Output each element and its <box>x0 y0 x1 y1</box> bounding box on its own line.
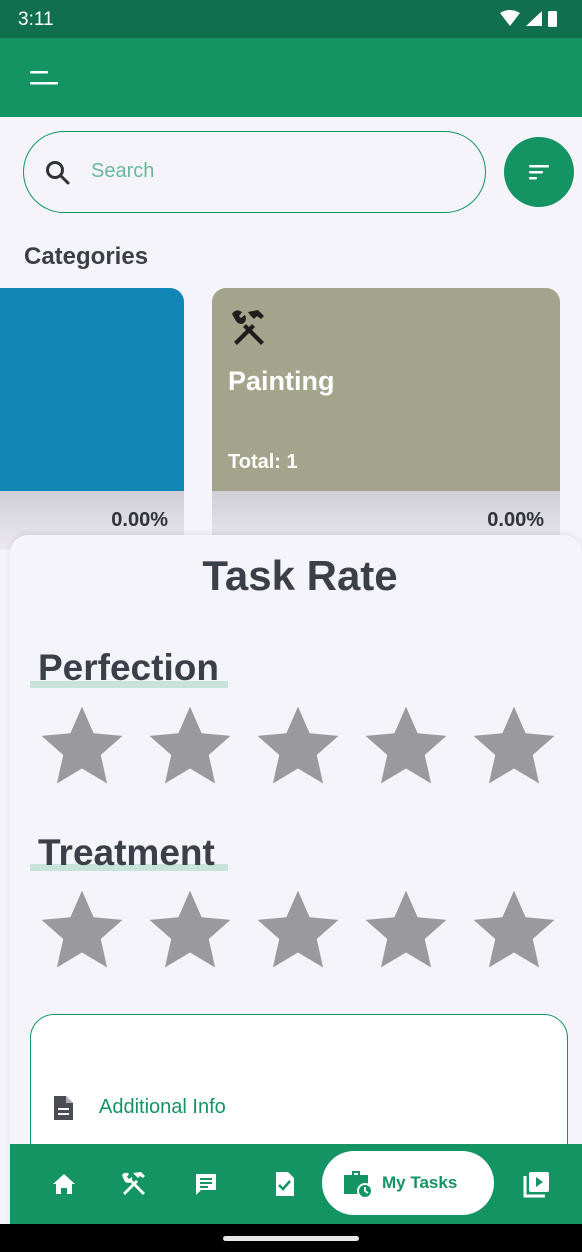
bottom-nav: My Tasks <box>10 1144 582 1224</box>
category-card-banner: Painting Total: 1 <box>212 288 560 491</box>
star-icon[interactable] <box>360 885 452 975</box>
additional-info-label: Additional Info <box>99 1096 226 1118</box>
star-icon[interactable] <box>36 885 128 975</box>
filter-icon <box>529 165 549 180</box>
status-time: 3:11 <box>18 9 54 30</box>
star-icon[interactable] <box>468 701 560 791</box>
category-card-banner <box>0 288 184 491</box>
hammer-wrench-icon <box>232 310 264 345</box>
chat-icon[interactable] <box>188 1166 224 1202</box>
battery-icon <box>548 11 557 27</box>
category-percent: 0.00% <box>487 509 544 531</box>
treatment-label: Treatment <box>38 832 215 873</box>
signal-icon <box>526 11 542 26</box>
category-percent: 0.00% <box>111 509 168 531</box>
category-name: Painting <box>228 366 335 396</box>
perfection-stars[interactable] <box>36 701 560 791</box>
app-bar <box>0 38 582 117</box>
star-icon[interactable] <box>144 885 236 975</box>
star-icon[interactable] <box>360 701 452 791</box>
perfection-label: Perfection <box>38 647 219 688</box>
status-icons <box>500 10 557 27</box>
status-bar: 3:11 <box>0 0 582 38</box>
nav-active-label: My Tasks <box>382 1173 458 1192</box>
categories-title: Categories <box>24 243 149 270</box>
search-placeholder: Search <box>91 160 155 182</box>
category-card[interactable]: 0.00% <box>0 288 184 550</box>
gesture-bar <box>0 1224 582 1252</box>
star-icon[interactable] <box>252 885 344 975</box>
my-tasks-icon <box>344 1171 373 1199</box>
tools-icon[interactable] <box>116 1166 152 1202</box>
task-rate-title: Task Rate <box>202 552 398 599</box>
category-total: Total: 1 <box>228 451 298 473</box>
video-icon[interactable] <box>518 1166 554 1202</box>
search-icon <box>46 161 70 185</box>
document-icon <box>54 1096 73 1120</box>
search-input[interactable]: Search <box>23 131 486 213</box>
star-icon[interactable] <box>252 701 344 791</box>
menu-icon[interactable] <box>24 58 64 98</box>
category-card-painting[interactable]: Painting Total: 1 0.00% <box>212 288 560 550</box>
gesture-handle[interactable] <box>223 1236 359 1241</box>
nav-item-my-tasks[interactable]: My Tasks <box>322 1151 494 1215</box>
wifi-icon <box>500 10 520 26</box>
star-icon[interactable] <box>144 701 236 791</box>
star-icon[interactable] <box>36 701 128 791</box>
treatment-stars[interactable] <box>36 885 560 975</box>
star-icon[interactable] <box>468 885 560 975</box>
home-icon[interactable] <box>46 1166 82 1202</box>
task-check-icon[interactable] <box>266 1166 302 1202</box>
filter-button[interactable] <box>504 137 574 207</box>
